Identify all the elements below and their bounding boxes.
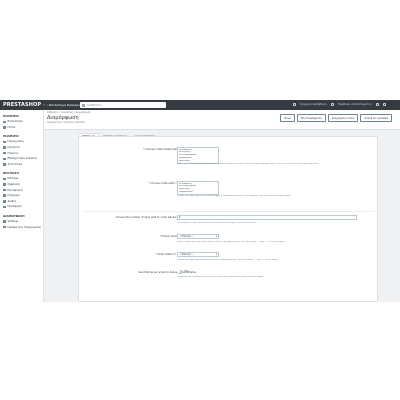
- order-params-icon: [3, 225, 6, 229]
- sidebar-item-label: Πληρωμή: [7, 194, 20, 198]
- sidebar-item-label: Settings: [7, 220, 19, 224]
- globe-icon: [3, 200, 6, 203]
- send-email-switch[interactable]: Όχι: [177, 270, 189, 274]
- home-icon: [3, 126, 6, 129]
- orders-icon: [3, 140, 6, 144]
- view-shop-link[interactable]: Προβολή καταστήματος: [338, 102, 372, 106]
- sidebar: ΠΩΛΗΣΕΙΣ Επισκόπηση Home ΠΩΛΗΣΕΙΣ Παραγγ…: [0, 110, 44, 302]
- list-option[interactable]: Παραδόθηκε: [179, 191, 217, 194]
- divider: [83, 211, 375, 212]
- sidebar-section-title: ΠΩΛΗΣΕΙΣ: [3, 114, 19, 118]
- wait-days-value[interactable]: 5: [177, 215, 357, 220]
- sidebar-item-label: Πελάτες: [7, 151, 19, 155]
- back-button[interactable]: Πίσω: [280, 114, 295, 122]
- promotions-icon: [3, 205, 6, 209]
- top-right-tools: Γρήγορη πρόσβαση Προβολή καταστήματος: [292, 102, 386, 106]
- sidebar-item-label: Διεθνή: [7, 199, 17, 203]
- customers-icon: [3, 151, 6, 155]
- sidebar-item-label: Παράμετροι Παραγγελίας: [7, 225, 42, 229]
- sidebar-item-label: Μεταφορείς: [7, 188, 24, 192]
- logo[interactable]: PRESTASHOP 8.1.7: [3, 102, 51, 108]
- logo-text: PRESTASHOP: [3, 102, 42, 108]
- dashboard-icon: [3, 120, 6, 124]
- sidebar-item-label: Προσφορές: [7, 205, 23, 209]
- disabled-state-select[interactable]: -- Επιλογή -- ▾: [177, 252, 219, 257]
- sidebar-item-label: Εμφάνιση: [7, 183, 20, 187]
- sidebar-item-label: Παραγγελίες: [7, 140, 25, 144]
- quick-access-icon[interactable]: [292, 102, 296, 106]
- switch-track[interactable]: [177, 270, 183, 274]
- config-form: * Choose orders states with status in ca…: [78, 136, 378, 302]
- sidebar-item-order-params[interactable]: Παράμετροι Παραγγελίας: [0, 224, 43, 230]
- products-icon: [3, 146, 6, 149]
- field-help: Choose the order state that will be used…: [177, 259, 279, 261]
- sidebar-item-label: Home: [7, 125, 16, 129]
- customer-service-icon: [3, 157, 6, 161]
- notifications-icon[interactable]: [376, 102, 379, 106]
- field-help: Choose the order states that should trig…: [177, 194, 291, 197]
- sidebar-section-title: ΒΕΛΤΙΩΣΗ: [3, 171, 19, 176]
- quick-access-link[interactable]: Γρήγορη πρόσβαση: [300, 102, 327, 106]
- field-help: The number of days the module will wait …: [177, 222, 257, 224]
- wait-days-input[interactable]: 5: [177, 215, 357, 220]
- pickup-store-value: -- Επιλογή --: [179, 235, 194, 238]
- manage-hooks-button[interactable]: Διαχείριση hooks: [327, 114, 359, 122]
- stats-icon: [3, 163, 6, 166]
- sidebar-item-label: Επισκόπηση: [7, 120, 23, 124]
- search-input[interactable]: [87, 102, 157, 108]
- user-icon[interactable]: [383, 102, 386, 106]
- field-help: If enabled, the customer will receive an…: [177, 276, 265, 278]
- switch-label: Όχι: [184, 270, 189, 274]
- email-states-listbox[interactable]: Σε αναμονή Σε επεξεργασία Απεστάλη Παραδ…: [177, 181, 219, 196]
- sidebar-item-label: Στατιστικά: [7, 162, 23, 166]
- disabled-state-value: -- Επιλογή --: [179, 253, 194, 256]
- chevron-down-icon: ▾: [215, 253, 217, 256]
- shop-selector[interactable]: Κατάστημα Εμπόρευσης: [49, 103, 85, 107]
- pickup-store-select[interactable]: -- Επιλογή -- ▾: [177, 234, 219, 239]
- payment-icon: [3, 194, 6, 197]
- search-icon: [82, 103, 85, 107]
- paid-states-listbox[interactable]: Σε αναμονή Σε εξέλιξη Σε επεξεργασία Ακυ…: [177, 147, 219, 164]
- header-actions: Πίσω Μη διαμόρφωση Διαχείριση hooks Chec…: [280, 114, 392, 122]
- field-help: Please fill in the status of orders that…: [177, 163, 319, 165]
- switch-knob: [177, 270, 181, 274]
- app-frame: PRESTASHOP8.1.7 Κατάστημα Εμπόρευσης Γρή…: [0, 100, 400, 302]
- unconfigure-button[interactable]: Μη διαμόρφωση: [296, 114, 326, 122]
- shipping-icon: [3, 188, 6, 192]
- modules-icon: [3, 177, 6, 181]
- settings-icon: [3, 220, 6, 223]
- design-icon: [3, 183, 6, 186]
- sidebar-item-label: Προϊόντα: [7, 146, 20, 150]
- search-box[interactable]: [80, 102, 166, 108]
- chevron-down-icon: ▾: [215, 235, 217, 238]
- page-subtitle: Παράμετροι Inventory Module: [47, 120, 85, 124]
- sidebar-item-label: Modules: [7, 177, 19, 181]
- check-updates-button[interactable]: Check for updates: [360, 114, 392, 122]
- field-help: Please choose the store which will be us…: [177, 241, 286, 243]
- page-header: Ρυθμίσεις / Αναλύσεις / Διαμόρφωση Διαμό…: [44, 110, 400, 130]
- sidebar-section-title: ΔΙΑΜΟΡΦΩΣΗ: [3, 213, 25, 218]
- top-bar: PRESTASHOP8.1.7 Κατάστημα Εμπόρευσης Γρή…: [0, 100, 400, 110]
- sidebar-item-label: Εξυπηρέτηση πελατών: [7, 157, 38, 161]
- view-shop-icon[interactable]: [330, 102, 334, 106]
- sidebar-section-title: ΠΩΛΗΣΕΙΣ: [3, 134, 19, 139]
